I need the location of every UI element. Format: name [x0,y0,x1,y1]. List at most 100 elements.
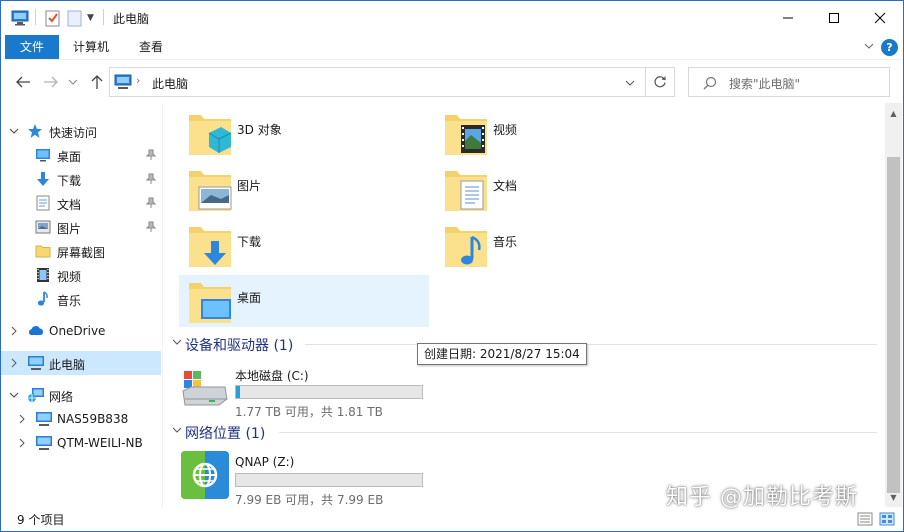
vertical-scrollbar[interactable]: ▲ ▼ [885,103,902,507]
sidebar-item-label: 视频 [57,270,82,284]
sidebar-item-quick-access[interactable]: 快速访问 [1,119,161,143]
qa-divider-2 [103,9,104,25]
folder-videos[interactable]: 视频 [435,107,685,159]
qa-divider [35,9,36,25]
picture-icon [35,219,51,235]
chevron-down-icon[interactable] [171,425,183,437]
3d-objects-folder-icon [187,111,233,157]
drive-detail: 7.99 EB 可用，共 7.99 EB [235,493,384,507]
search-input[interactable]: 搜索"此电脑" [729,75,800,92]
sidebar-item-pictures[interactable]: 图片 [1,215,161,239]
pin-icon[interactable] [145,149,157,161]
item-count: 9 个项目 [17,513,65,527]
drive-c[interactable]: 本地磁盘 (C:) 1.77 TB 可用，共 1.81 TB [169,363,469,421]
download-arrow-icon [35,171,51,187]
pin-icon[interactable] [145,173,157,185]
search-box[interactable]: 搜索"此电脑" [688,67,890,97]
folder-documents[interactable]: 文档 [435,163,685,215]
folder-music[interactable]: 音乐 [435,219,685,271]
close-button[interactable] [857,1,903,35]
pictures-folder-icon [187,167,233,213]
sidebar-item-label: 此电脑 [49,358,86,372]
forward-button[interactable] [41,72,61,92]
sidebar-item-onedrive[interactable]: OneDrive [1,319,161,343]
drive-usage-fill [236,386,240,398]
back-button[interactable] [13,72,33,92]
pane-divider[interactable] [162,103,163,507]
navigation-pane: 快速访问 桌面 下载 文档 图片 屏幕截图 视频 音乐 OneDrive 此电脑… [1,103,161,507]
chevron-right-icon[interactable] [17,414,27,424]
sidebar-item-label: NAS59B838 [57,412,129,426]
folder-pictures[interactable]: 图片 [179,163,429,215]
sidebar-item-label: OneDrive [49,324,106,338]
tooltip: 创建日期: 2021/8/27 15:04 [417,343,587,365]
sidebar-item-network[interactable]: 网络 [1,383,161,407]
refresh-button[interactable] [645,67,675,97]
sidebar-item-label: 音乐 [57,294,82,308]
large-icons-view-icon[interactable] [879,511,895,527]
pin-icon[interactable] [145,221,157,233]
chevron-right-icon[interactable] [9,358,19,368]
chevron-down-icon[interactable] [9,390,19,400]
chevron-right-icon[interactable] [9,326,19,336]
details-view-icon[interactable] [857,511,873,527]
tab-computer[interactable]: 计算机 [59,35,123,59]
folder-desktop[interactable]: 桌面 [179,275,429,327]
sidebar-item-downloads[interactable]: 下载 [1,167,161,191]
scroll-up-arrow-icon[interactable]: ▲ [885,105,902,122]
folder-3d-objects[interactable]: 3D 对象 [179,107,429,159]
folder-downloads[interactable]: 下载 [179,219,429,271]
sidebar-item-label: 文档 [57,198,82,212]
customize-qa-chevron-icon[interactable]: ▼ [87,9,94,27]
sidebar-item-this-pc[interactable]: 此电脑 [1,351,161,375]
breadcrumb-separator-icon: › [136,74,141,87]
sidebar-item-screenshots[interactable]: 屏幕截图 [1,239,161,263]
refresh-icon [654,76,666,88]
sidebar-item-label: 桌面 [57,150,82,164]
tab-file[interactable]: 文件 [5,35,59,59]
sidebar-item-documents[interactable]: 文档 [1,191,161,215]
breadcrumb-this-pc[interactable]: 此电脑 [152,75,188,92]
ribbon-tabs: 文件 计算机 查看 ? [1,35,903,59]
expand-ribbon-chevron-icon[interactable] [863,41,875,54]
address-bar[interactable]: › 此电脑 [109,67,646,97]
properties-icon[interactable] [45,9,61,27]
watermark: 知乎 @加勒比考斯 [666,485,858,510]
sidebar-item-videos[interactable]: 视频 [1,263,161,287]
up-button[interactable] [87,72,107,92]
sidebar-item-qtm-weili-nb[interactable]: QTM-WEILI-NB [1,431,161,455]
pin-icon[interactable] [145,197,157,209]
drive-name: QNAP (Z:) [235,455,295,469]
drive-detail: 1.77 TB 可用，共 1.81 TB [235,405,383,419]
scroll-down-arrow-icon[interactable]: ▼ [885,489,902,506]
content-area: 3D 对象 视频 图片 文档 下载 音乐 桌面 设备和驱动器 (1) 本地磁盘 … [169,103,885,507]
folder-icon [35,243,51,259]
scrollbar-thumb[interactable] [887,157,900,493]
videos-folder-icon [443,111,489,157]
chevron-down-icon[interactable] [171,337,183,349]
sidebar-item-music[interactable]: 音乐 [1,287,161,311]
new-folder-icon[interactable] [67,9,83,27]
help-icon[interactable]: ? [881,39,898,56]
drive-usage-bar [235,473,423,487]
sidebar-item-label: 图片 [57,222,82,236]
tab-view[interactable]: 查看 [125,35,177,59]
folder-name: 下载 [237,235,262,249]
sidebar-item-nas59b838[interactable]: NAS59B838 [1,407,161,431]
chevron-right-icon[interactable] [17,438,27,448]
folder-name: 音乐 [493,235,518,249]
maximize-button[interactable] [811,1,857,35]
title-bar: ▼ 此电脑 [1,1,903,35]
group-title: 网络位置 (1) [185,426,266,442]
group-header-network-locations[interactable]: 网络位置 (1) [169,421,881,443]
sidebar-item-desktop[interactable]: 桌面 [1,143,161,167]
qnap-icon [181,451,229,502]
address-history-chevron-icon[interactable] [624,77,636,91]
chevron-down-icon[interactable] [9,126,19,136]
local-disk-icon [181,369,229,412]
sidebar-item-label: 网络 [49,390,74,404]
recent-locations-chevron-icon[interactable] [67,72,79,92]
minimize-button[interactable] [765,1,811,35]
sidebar-item-label: QTM-WEILI-NB [57,436,143,450]
drive-z[interactable]: QNAP (Z:) 7.99 EB 可用，共 7.99 EB [169,451,469,509]
